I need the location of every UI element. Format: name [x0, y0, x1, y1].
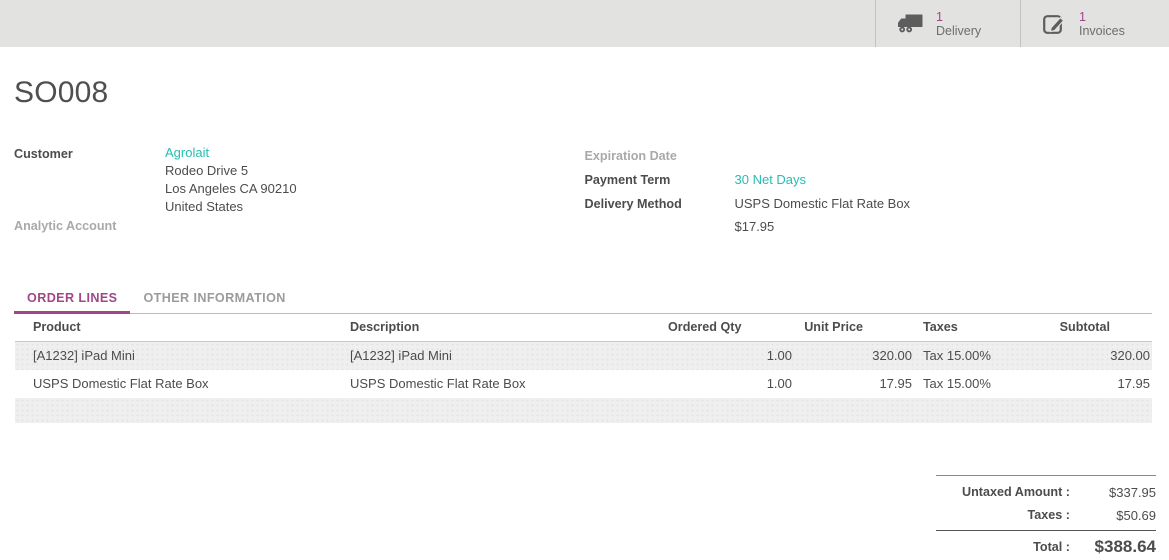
- analytic-account-field: Analytic Account: [14, 216, 585, 235]
- order-line-row[interactable]: [A1232] iPad Mini [A1232] iPad Mini 1.00…: [15, 342, 1152, 370]
- order-line-empty-row[interactable]: [15, 398, 1152, 423]
- invoices-label: Invoices: [1079, 24, 1125, 38]
- order-line-row[interactable]: USPS Domestic Flat Rate Box USPS Domesti…: [15, 370, 1152, 398]
- cell-subtotal[interactable]: 320.00: [1040, 342, 1152, 370]
- truck-icon: [897, 13, 924, 35]
- delivery-method-value: USPS Domestic Flat Rate Box: [735, 192, 911, 215]
- column-header-product[interactable]: Product: [15, 314, 350, 342]
- cell-subtotal[interactable]: 17.95: [1040, 370, 1152, 398]
- cell-description[interactable]: [A1232] iPad Mini: [350, 342, 668, 370]
- edit-icon: [1042, 12, 1067, 36]
- field-group-left: Customer Agrolait Rodeo Drive 5 Los Ange…: [14, 144, 585, 238]
- analytic-account-field-label: Analytic Account: [14, 216, 165, 235]
- page-title: SO008: [14, 76, 1169, 110]
- total-label: Total :: [936, 534, 1070, 560]
- payment-term-field: Payment Term 30 Net Days: [585, 168, 1156, 192]
- delivery-method-field-label: Delivery Method: [585, 192, 735, 238]
- cell-taxes[interactable]: Tax 15.00%: [912, 370, 1040, 398]
- order-lines-table: Product Description Ordered Qty Unit Pri…: [15, 314, 1152, 423]
- taxes-value: $50.69: [1070, 504, 1156, 527]
- customer-field-label: Customer: [14, 144, 165, 216]
- notebook-tabs: ORDER LINES OTHER INFORMATION: [14, 282, 1152, 314]
- total-value: $388.64: [1070, 534, 1156, 560]
- sale-order-sheet: SO008 Customer Agrolait Rodeo Drive 5 Lo…: [0, 76, 1169, 560]
- cell-ordered-qty[interactable]: 1.00: [668, 370, 792, 398]
- untaxed-amount-row: Untaxed Amount : $337.95: [936, 481, 1156, 504]
- customer-address-line: United States: [165, 198, 297, 216]
- invoices-stat-button[interactable]: 1 Invoices: [1020, 0, 1169, 47]
- status-bar: 1 Delivery 1 Invoices: [0, 0, 1169, 47]
- untaxed-amount-label: Untaxed Amount :: [936, 481, 1070, 504]
- field-groups: Customer Agrolait Rodeo Drive 5 Los Ange…: [0, 144, 1169, 238]
- column-header-description[interactable]: Description: [350, 314, 668, 342]
- payment-term-field-label: Payment Term: [585, 168, 735, 192]
- cell-product[interactable]: [A1232] iPad Mini: [15, 342, 350, 370]
- cell-unit-price[interactable]: 320.00: [792, 342, 912, 370]
- tab-order-lines[interactable]: ORDER LINES: [14, 282, 130, 313]
- expiration-date-field: Expiration Date: [585, 144, 1156, 168]
- column-header-ordered-qty[interactable]: Ordered Qty: [668, 314, 792, 342]
- delivery-stat-button[interactable]: 1 Delivery: [875, 0, 1020, 47]
- payment-term-link[interactable]: 30 Net Days: [735, 172, 807, 187]
- delivery-method-price: $17.95: [735, 215, 911, 238]
- customer-field: Customer Agrolait Rodeo Drive 5 Los Ange…: [14, 144, 585, 216]
- customer-address-line: Rodeo Drive 5: [165, 162, 297, 180]
- delivery-method-field: Delivery Method USPS Domestic Flat Rate …: [585, 192, 1156, 238]
- column-header-subtotal[interactable]: Subtotal: [1040, 314, 1152, 342]
- customer-address-line: Los Angeles CA 90210: [165, 180, 297, 198]
- cell-taxes[interactable]: Tax 15.00%: [912, 342, 1040, 370]
- invoices-count: 1: [1079, 10, 1125, 24]
- taxes-row: Taxes : $50.69: [936, 504, 1156, 527]
- expiration-date-field-label: Expiration Date: [585, 144, 735, 168]
- totals-panel: Untaxed Amount : $337.95 Taxes : $50.69 …: [936, 475, 1156, 560]
- column-header-unit-price[interactable]: Unit Price: [792, 314, 912, 342]
- field-group-right: Expiration Date Payment Term 30 Net Days…: [585, 144, 1156, 238]
- order-lines-header-row: Product Description Ordered Qty Unit Pri…: [15, 314, 1152, 342]
- cell-product[interactable]: USPS Domestic Flat Rate Box: [15, 370, 350, 398]
- cell-unit-price[interactable]: 17.95: [792, 370, 912, 398]
- column-header-taxes[interactable]: Taxes: [912, 314, 1040, 342]
- delivery-count: 1: [936, 10, 981, 24]
- delivery-label: Delivery: [936, 24, 981, 38]
- taxes-label: Taxes :: [936, 504, 1070, 527]
- customer-field-value: Agrolait Rodeo Drive 5 Los Angeles CA 90…: [165, 144, 297, 216]
- total-row: Total : $388.64: [936, 534, 1156, 560]
- customer-link[interactable]: Agrolait: [165, 145, 209, 160]
- cell-description[interactable]: USPS Domestic Flat Rate Box: [350, 370, 668, 398]
- untaxed-amount-value: $337.95: [1070, 481, 1156, 504]
- cell-ordered-qty[interactable]: 1.00: [668, 342, 792, 370]
- tab-other-information[interactable]: OTHER INFORMATION: [130, 282, 298, 313]
